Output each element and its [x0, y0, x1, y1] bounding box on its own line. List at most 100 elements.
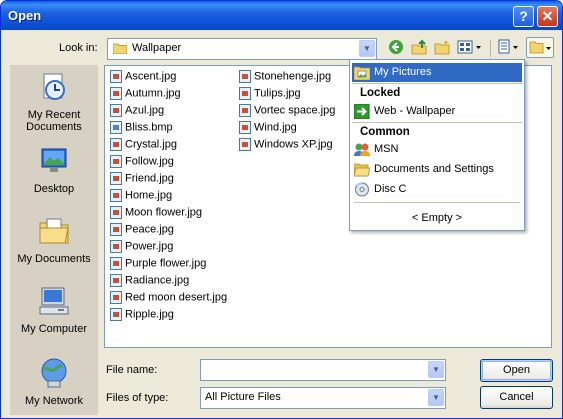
filename-input[interactable]: ▼: [200, 359, 446, 381]
image-file-icon: [110, 121, 122, 134]
file-item[interactable]: Purple flower.jpg: [110, 257, 206, 273]
my-pictures-icon: [354, 66, 370, 80]
image-file-icon: [110, 189, 122, 202]
file-item[interactable]: Autumn.jpg: [110, 87, 181, 103]
place-label: My Documents: [17, 253, 91, 265]
filetype-value: All Picture Files: [205, 391, 281, 403]
place-my-documents[interactable]: My Documents: [10, 215, 98, 265]
file-name: Ripple.jpg: [125, 308, 174, 321]
file-name: Radiance.jpg: [125, 274, 190, 287]
image-file-icon: [239, 121, 251, 134]
file-item[interactable]: Follow.jpg: [110, 155, 174, 171]
filetype-select[interactable]: All Picture Files ▼: [200, 387, 446, 409]
file-item[interactable]: Ascent.jpg: [110, 70, 176, 86]
disc-drive-icon: [355, 182, 369, 197]
file-name: Bliss.bmp: [125, 121, 173, 134]
file-name: Azul.jpg: [125, 104, 165, 117]
menu-item-web-wallpaper[interactable]: Web - Wallpaper: [352, 102, 522, 121]
file-item[interactable]: Power.jpg: [110, 240, 173, 256]
menu-item-empty: < Empty >: [352, 209, 522, 228]
place-label: Desktop: [33, 183, 75, 195]
file-name: Home.jpg: [125, 189, 173, 202]
open-dialog: Open ? ✕ Look in: Wallpaper ▼ My Recent …: [0, 0, 563, 419]
chevron-down-icon[interactable]: ▼: [428, 361, 444, 378]
chevron-down-icon[interactable]: ▼: [359, 40, 375, 57]
back-icon[interactable]: [387, 39, 405, 57]
file-item[interactable]: Windows XP.jpg: [239, 138, 333, 154]
file-item[interactable]: Azul.jpg: [110, 104, 164, 120]
file-name: Moon flower.jpg: [125, 206, 203, 219]
folder-icon: [113, 43, 127, 54]
file-item[interactable]: Vortec space.jpg: [239, 104, 335, 120]
chevron-down-icon[interactable]: ▼: [428, 389, 444, 406]
menu-item-label: MSN: [374, 143, 399, 155]
file-name: Stonehenge.jpg: [254, 70, 332, 83]
place-my-computer[interactable]: My Computer: [10, 285, 98, 335]
recent-documents-icon: [43, 73, 65, 100]
file-item[interactable]: Red moon desert.jpg: [110, 291, 227, 307]
place-label: My Recent Documents: [26, 109, 82, 133]
views-menu-icon[interactable]: [456, 39, 484, 57]
image-file-icon: [239, 138, 251, 151]
favorites-dropdown-menu: My Pictures Locked Web - Wallpaper Commo…: [349, 59, 525, 231]
desktop-icon: [41, 148, 67, 172]
file-item[interactable]: Radiance.jpg: [110, 274, 189, 290]
tools-menu-icon[interactable]: [496, 39, 522, 57]
image-file-icon: [110, 206, 122, 219]
file-item[interactable]: Bliss.bmp: [110, 121, 173, 137]
file-item[interactable]: Ripple.jpg: [110, 308, 174, 324]
file-name: Windows XP.jpg: [254, 138, 333, 151]
menu-item-msn[interactable]: MSN: [352, 140, 522, 159]
file-name: Purple flower.jpg: [125, 257, 207, 270]
menu-item-disc-c[interactable]: Disc C: [352, 180, 522, 199]
file-item[interactable]: Peace.jpg: [110, 223, 174, 239]
file-name: Power.jpg: [125, 240, 174, 253]
menu-item-label: My Pictures: [374, 66, 432, 78]
menu-item-documents-and-settings[interactable]: Documents and Settings: [352, 160, 522, 179]
file-item[interactable]: Friend.jpg: [110, 172, 174, 188]
open-button[interactable]: Open: [480, 359, 553, 382]
image-file-icon: [110, 155, 122, 168]
close-button[interactable]: ✕: [537, 6, 558, 27]
favorites-folder-button[interactable]: [526, 37, 554, 58]
filetype-label: Files of type:: [106, 392, 169, 404]
menu-item-my-pictures[interactable]: My Pictures: [352, 63, 522, 82]
image-file-icon: [239, 104, 251, 117]
file-item[interactable]: Stonehenge.jpg: [239, 70, 331, 86]
menu-separator: [354, 202, 520, 203]
image-file-icon: [110, 87, 122, 100]
place-my-recent-documents[interactable]: My Recent Documents: [10, 71, 98, 133]
image-file-icon: [110, 138, 122, 151]
lookin-combo[interactable]: Wallpaper ▼: [107, 38, 377, 60]
new-folder-icon[interactable]: [433, 39, 451, 57]
image-file-icon: [110, 104, 122, 117]
place-desktop[interactable]: Desktop: [10, 145, 98, 195]
image-file-icon: [239, 87, 251, 100]
window-title: Open: [8, 8, 42, 23]
msn-icon: [354, 143, 370, 156]
file-item[interactable]: Tulips.jpg: [239, 87, 301, 103]
image-file-icon: [239, 70, 251, 83]
help-button[interactable]: ?: [513, 6, 534, 27]
file-name: Vortec space.jpg: [254, 104, 336, 117]
cancel-button[interactable]: Cancel: [480, 386, 553, 409]
place-my-network[interactable]: My Network: [10, 357, 98, 407]
file-name: Ascent.jpg: [125, 70, 177, 83]
image-file-icon: [110, 172, 122, 185]
open-folder-icon: [354, 163, 370, 177]
file-item[interactable]: Home.jpg: [110, 189, 172, 205]
my-documents-icon: [39, 218, 69, 244]
file-item[interactable]: Crystal.jpg: [110, 138, 177, 154]
arrow-right-icon: [354, 104, 370, 119]
up-folder-icon[interactable]: [410, 39, 428, 57]
file-name: Follow.jpg: [125, 155, 174, 168]
menu-item-label: < Empty >: [411, 212, 463, 224]
place-label: My Network: [24, 395, 84, 407]
file-item[interactable]: Moon flower.jpg: [110, 206, 202, 222]
title-bar[interactable]: Open ? ✕: [1, 1, 562, 30]
file-name: Autumn.jpg: [125, 87, 181, 100]
image-file-icon: [110, 257, 122, 270]
file-name: Wind.jpg: [254, 121, 297, 134]
file-item[interactable]: Wind.jpg: [239, 121, 297, 137]
file-name: Peace.jpg: [125, 223, 174, 236]
